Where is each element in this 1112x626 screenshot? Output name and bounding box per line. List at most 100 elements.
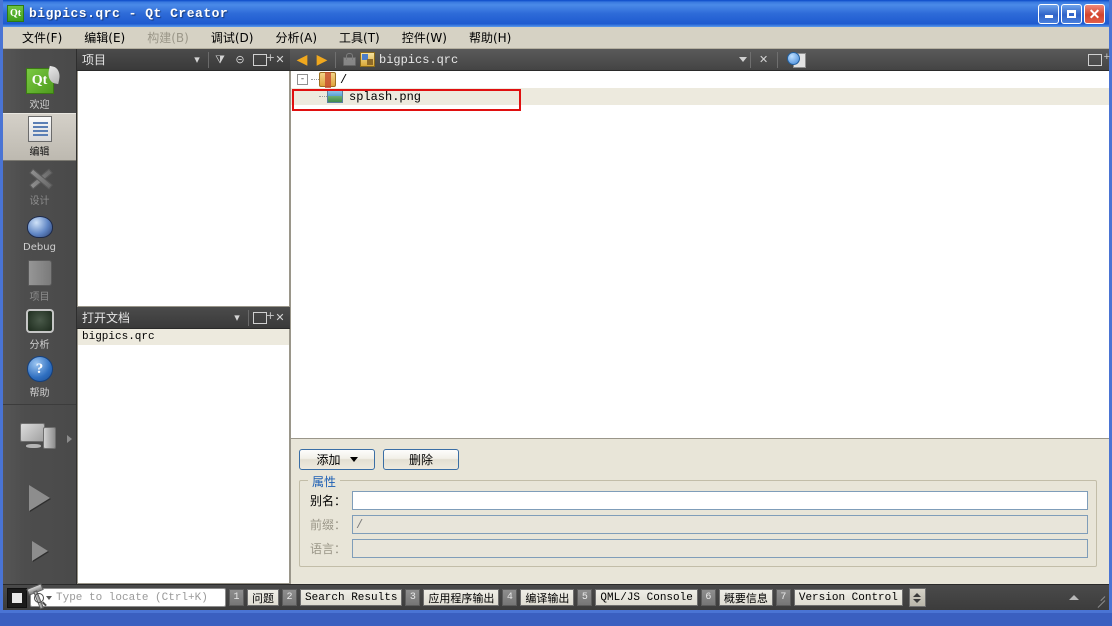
mode-welcome[interactable]: Qt 欢迎 (3, 65, 76, 113)
arrow-back-icon[interactable]: ◀ (292, 50, 312, 70)
close-icon: ✕ (1089, 7, 1101, 21)
pane-number: 5 (577, 589, 592, 606)
document-edit-icon (25, 116, 55, 142)
help-question-icon: ? (25, 355, 55, 383)
tree-root-label: / (340, 73, 347, 87)
resize-grip-icon[interactable] (1092, 591, 1106, 605)
filter-icon[interactable]: ⧩ (210, 50, 230, 70)
pane-issues[interactable]: 1 问题 (229, 589, 279, 606)
mode-help[interactable]: ? 帮助 (3, 353, 76, 401)
main-body: Qt 欢迎 编辑 设计 Debug 项目 (3, 49, 1109, 584)
bug-icon (25, 213, 55, 241)
split-add-icon[interactable] (250, 308, 270, 328)
add-button-label: 添加 (316, 451, 340, 468)
divider (750, 52, 751, 68)
language-row: 语言： (308, 539, 1088, 558)
resource-prefix-icon (319, 72, 336, 87)
qt-logo-icon: Qt (7, 5, 24, 22)
mode-help-label: 帮助 (30, 384, 50, 399)
pane-number: 3 (405, 589, 420, 606)
minimize-button[interactable] (1038, 4, 1059, 24)
editor-filename: bigpics.qrc (379, 53, 458, 67)
open-documents-header: 打开文档 ▾ ✕ (77, 307, 290, 329)
preview-magnifier-icon[interactable] (787, 52, 805, 68)
chevron-down-icon (350, 457, 358, 462)
resource-properties-panel: 添加 删除 属性 别名： 前缀： / (290, 438, 1109, 584)
image-file-icon (327, 90, 343, 103)
pane-search-results[interactable]: 2 Search Results (282, 589, 402, 606)
chevron-down-icon[interactable] (739, 57, 747, 62)
close-icon[interactable]: ✕ (754, 50, 774, 70)
tree-row[interactable]: - / (291, 71, 1109, 88)
pane-qml-js-console[interactable]: 5 QML/JS Console (577, 589, 697, 606)
menu-tools[interactable]: 工具(T) (328, 27, 391, 48)
project-panel-title: 项目 (82, 51, 187, 68)
menu-help[interactable]: 帮助(H) (458, 27, 522, 48)
prefix-field[interactable]: / (352, 515, 1088, 534)
list-item[interactable]: bigpics.qrc (78, 329, 289, 345)
collapse-expander-icon[interactable]: - (297, 74, 308, 85)
language-label: 语言： (308, 540, 352, 557)
tree-connector (319, 96, 327, 97)
editor-toolbar: ◀ ▶ bigpics.qrc ✕ (290, 49, 1109, 71)
pane-application-output[interactable]: 3 应用程序输出 (405, 589, 499, 606)
analyzer-monitor-icon (25, 307, 55, 335)
chevron-down-icon[interactable]: ▾ (227, 308, 247, 328)
play-triangle-icon (29, 485, 50, 511)
link-sync-icon[interactable]: ⊝ (230, 50, 250, 70)
split-add-icon[interactable] (1085, 50, 1105, 70)
pane-version-control[interactable]: 7 Version Control (776, 589, 903, 606)
mode-welcome-label: 欢迎 (30, 96, 50, 111)
pane-label: 编译输出 (520, 589, 574, 606)
alias-field[interactable] (352, 491, 1088, 510)
collapse-arrow-icon[interactable] (1069, 595, 1079, 600)
chevron-down-icon[interactable]: ▾ (187, 50, 207, 70)
title-bar: Qt bigpics.qrc - Qt Creator ✕ (3, 0, 1109, 27)
menu-edit[interactable]: 编辑(E) (73, 27, 136, 48)
left-dock: 项目 ▾ ⧩ ⊝ ✕ 打开文档 ▾ ✕ bigpics.qrc (77, 49, 290, 584)
qt-welcome-icon: Qt (25, 67, 55, 95)
menu-analyze[interactable]: 分析(A) (264, 27, 328, 48)
menu-debug[interactable]: 调试(D) (200, 27, 265, 48)
spinner-down-arrow (913, 599, 921, 603)
remove-button[interactable]: 删除 (383, 449, 459, 470)
projects-folder-icon (25, 259, 55, 287)
menu-window[interactable]: 控件(W) (391, 27, 458, 48)
menu-build[interactable]: 构建(B) (136, 27, 200, 48)
menu-file[interactable]: 文件(F) (11, 27, 73, 48)
mode-design[interactable]: 设计 (3, 161, 76, 209)
resource-tree[interactable]: - / splash.png (290, 71, 1109, 438)
pane-label: 概要信息 (719, 589, 773, 606)
remove-button-label: 删除 (409, 451, 433, 468)
prefix-row: 前缀： / (308, 515, 1088, 534)
language-field[interactable] (352, 539, 1088, 558)
project-tree-body[interactable] (77, 71, 290, 307)
add-button[interactable]: 添加 (299, 449, 375, 470)
status-bar: Type to locate (Ctrl+K) 1 问题 2 Search Re… (3, 584, 1109, 610)
close-button[interactable]: ✕ (1084, 4, 1105, 24)
mode-analyze[interactable]: 分析 (3, 305, 76, 353)
pane-general-messages[interactable]: 6 概要信息 (701, 589, 773, 606)
mode-sidebar: Qt 欢迎 编辑 设计 Debug 项目 (3, 49, 77, 584)
mode-projects[interactable]: 项目 (3, 257, 76, 305)
kit-selector-button[interactable] (3, 408, 76, 468)
split-add-icon[interactable] (250, 50, 270, 70)
run-button[interactable] (3, 468, 76, 528)
mode-projects-label: 项目 (30, 288, 50, 303)
debug-button[interactable] (3, 528, 76, 574)
pane-label: Version Control (794, 589, 903, 606)
editor-area: ◀ ▶ bigpics.qrc ✕ - (290, 49, 1109, 584)
open-documents-panel: 打开文档 ▾ ✕ bigpics.qrc (77, 307, 290, 584)
pane-label: QML/JS Console (595, 589, 697, 606)
action-buttons: 添加 删除 (299, 449, 1097, 470)
maximize-button[interactable] (1061, 4, 1082, 24)
lock-icon[interactable] (343, 53, 354, 66)
tree-row[interactable]: splash.png (291, 88, 1109, 105)
divider (335, 52, 336, 68)
arrow-forward-icon[interactable]: ▶ (312, 50, 332, 70)
up-down-spinner-icon[interactable] (909, 588, 926, 607)
mode-edit[interactable]: 编辑 (3, 113, 76, 161)
pane-compile-output[interactable]: 4 编译输出 (502, 589, 574, 606)
minimize-icon (1045, 15, 1053, 18)
mode-debug[interactable]: Debug (3, 209, 76, 257)
